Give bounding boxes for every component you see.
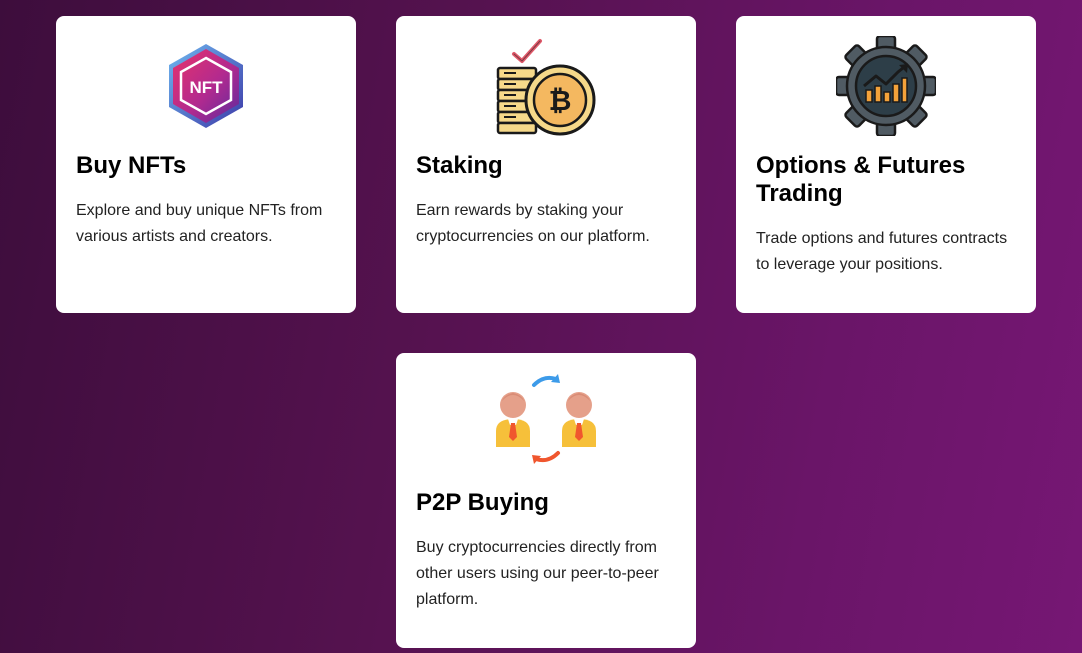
svg-text:NFT: NFT: [189, 78, 223, 97]
svg-text:₿: ₿: [549, 84, 572, 117]
card-title: Options & Futures Trading: [756, 152, 966, 207]
feature-card-buy-nfts[interactable]: NFT Buy NFTs Explore and buy unique NFTs…: [56, 16, 356, 313]
gear-chart-trading-icon: [836, 36, 936, 136]
p2p-exchange-users-icon: [496, 373, 596, 473]
nft-hexagon-icon: NFT: [156, 36, 256, 136]
card-description: Explore and buy unique NFTs from various…: [76, 202, 323, 245]
feature-card-staking[interactable]: ₿ Staking Earn rewards by staking your c…: [396, 16, 696, 313]
card-description: Trade options and futures contracts to l…: [756, 230, 1008, 273]
bitcoin-coins-staking-icon: ₿: [496, 36, 596, 136]
card-description: Earn rewards by staking your cryptocurre…: [416, 202, 650, 245]
feature-card-options-futures-trading[interactable]: Options & Futures Trading Trade options …: [736, 16, 1036, 313]
card-title: Staking: [416, 152, 503, 179]
card-title: P2P Buying: [416, 489, 549, 516]
card-title: Buy NFTs: [76, 152, 187, 179]
card-description: Buy cryptocurrencies directly from other…: [416, 539, 659, 608]
feature-card-p2p-buying[interactable]: P2P Buying Buy cryptocurrencies directly…: [396, 353, 696, 648]
